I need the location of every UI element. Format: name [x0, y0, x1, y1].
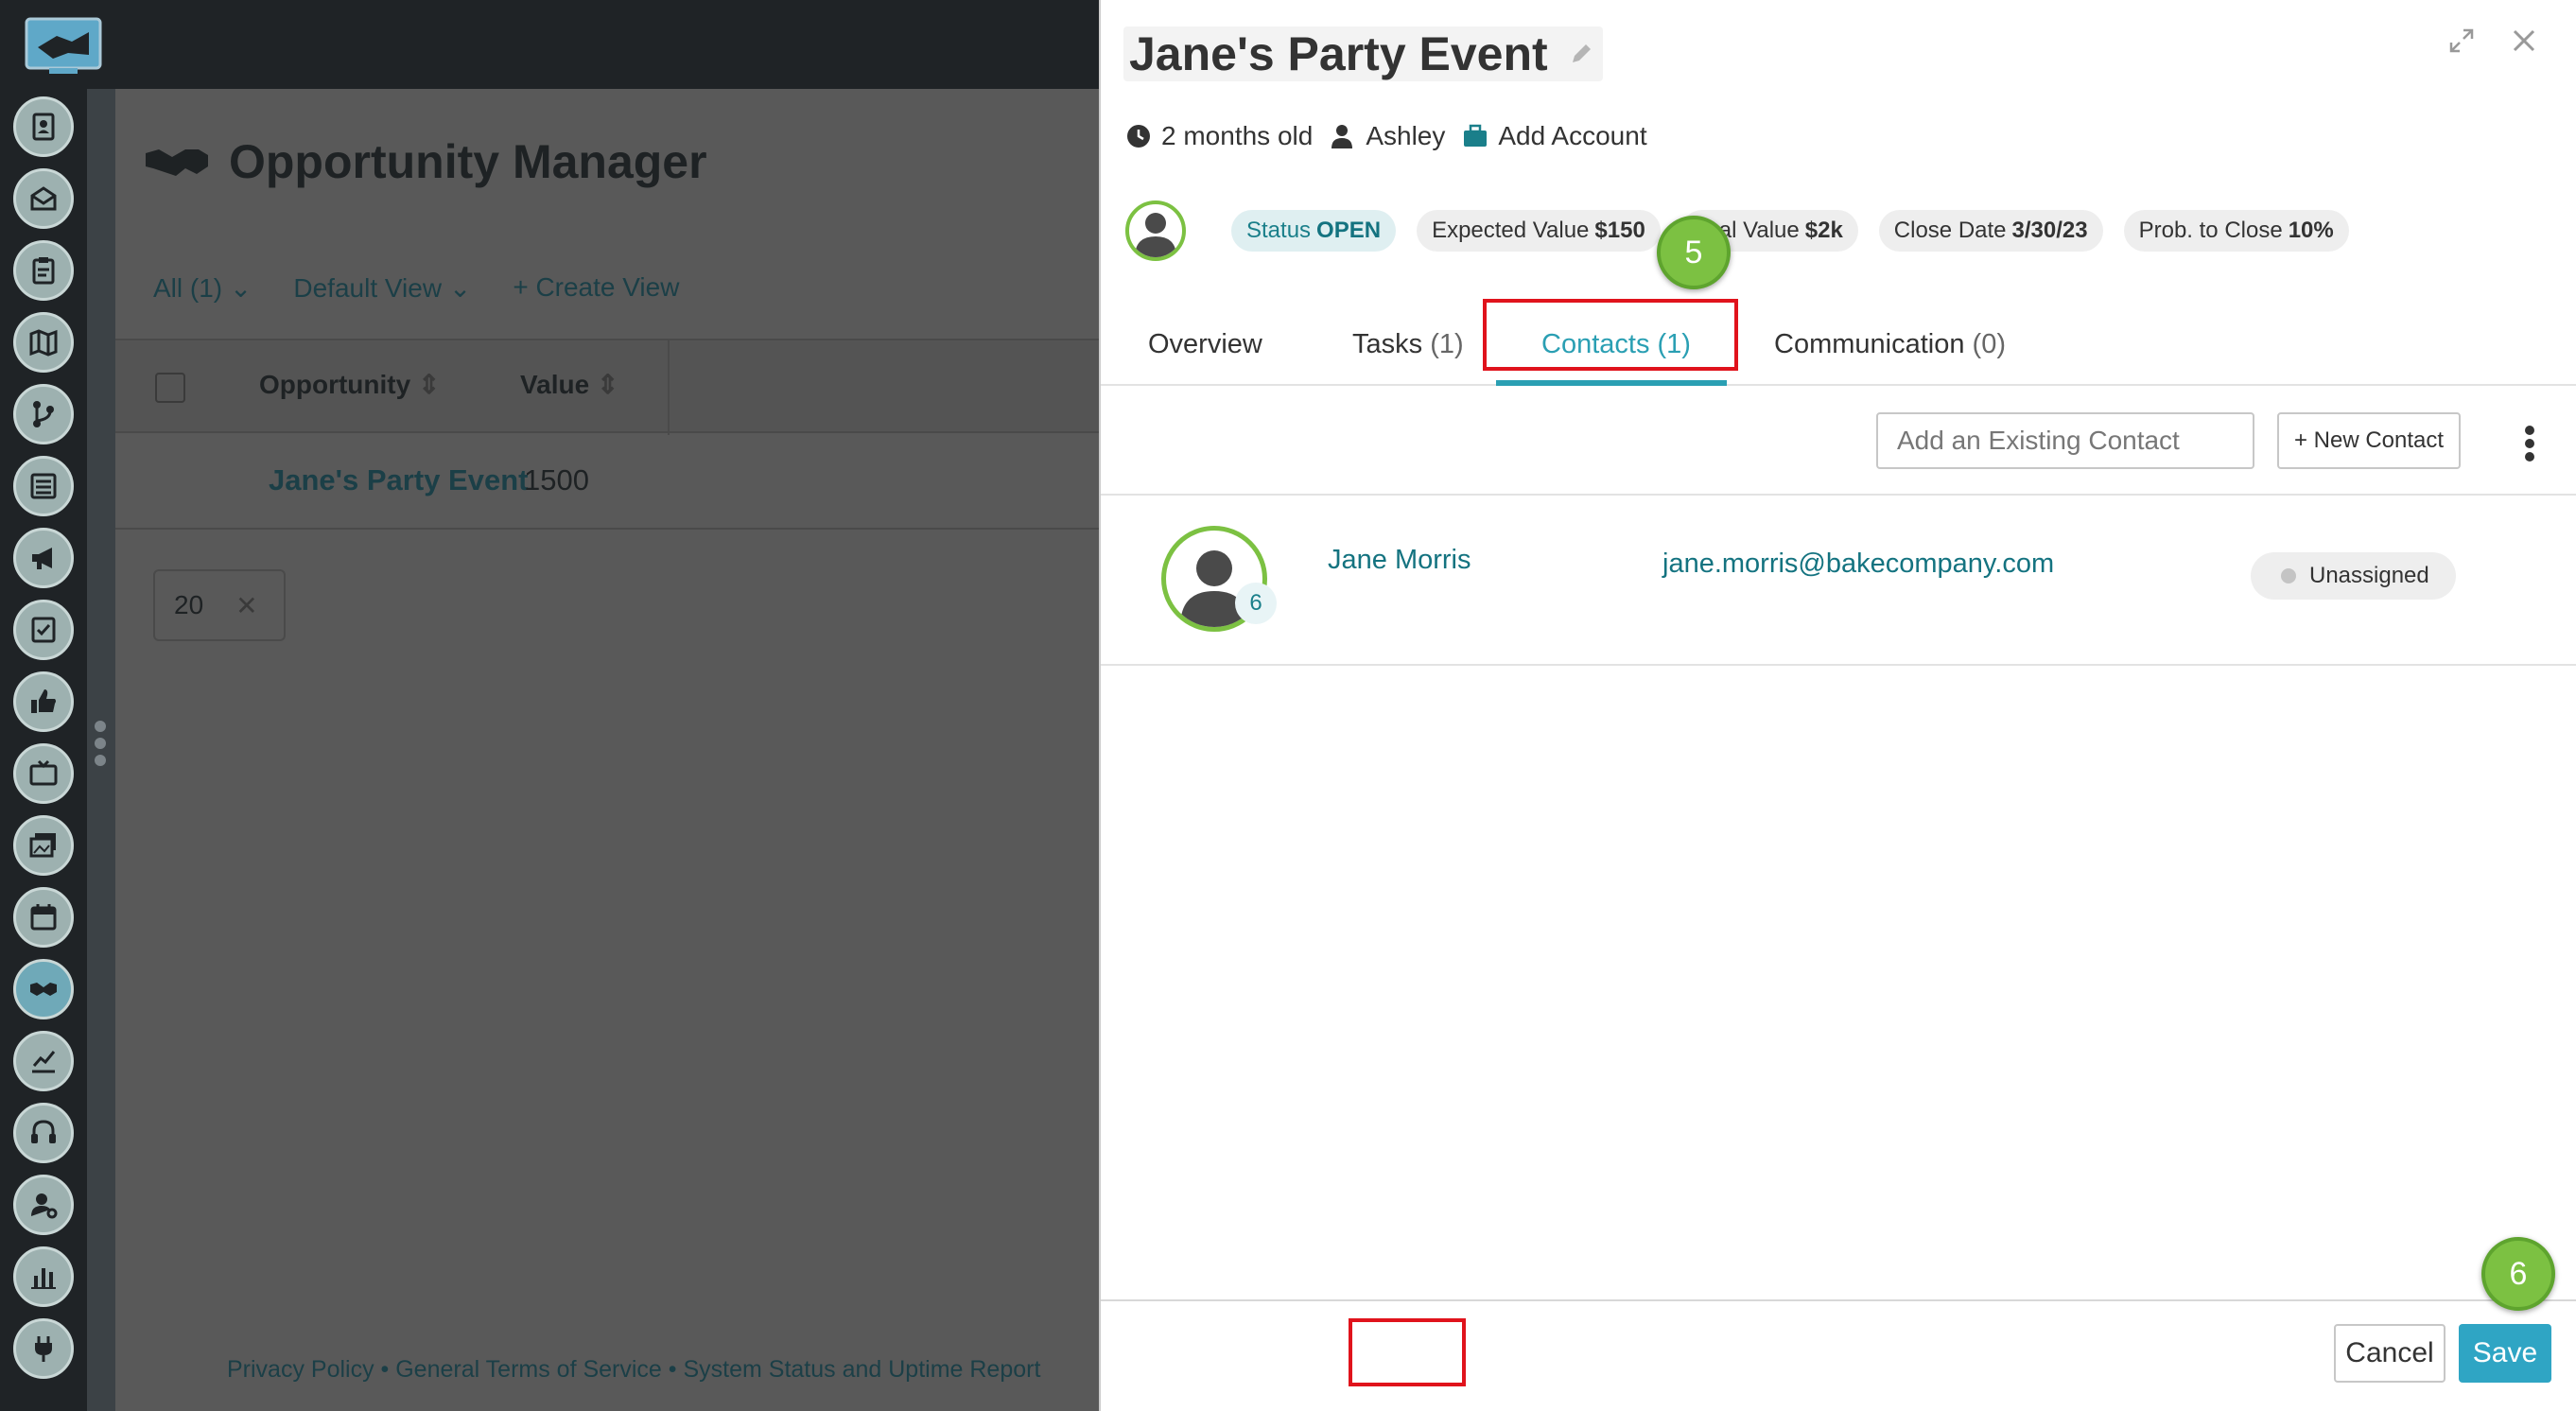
app-logo[interactable] [21, 13, 106, 78]
select-all-checkbox[interactable] [155, 373, 185, 403]
detail-tabs: Overview Tasks (1) Contacts (1) Communic… [1101, 312, 2576, 386]
contact-score-badge: 6 [1235, 583, 1277, 624]
expand-icon[interactable] [2447, 26, 2476, 55]
sort-icon: ⇕ [417, 370, 441, 399]
page-header: Opportunity Manager [144, 134, 707, 189]
page-size-select[interactable]: 20 ✕ [153, 569, 286, 641]
probability-chip[interactable]: Prob. to Close 10% [2123, 210, 2349, 252]
chevron-down-icon: ⌄ [229, 273, 252, 303]
plug-icon[interactable] [13, 1318, 74, 1379]
top-bar [0, 0, 1099, 89]
opportunity-age: 2 months old [1161, 121, 1314, 150]
megaphone-icon[interactable] [13, 528, 74, 588]
clipboard-icon[interactable] [13, 240, 74, 301]
sort-icon: ⇕ [596, 370, 619, 399]
active-tab-indicator [1496, 380, 1727, 386]
opportunity-meta: 2 months old Ashley Add Account [1125, 121, 1647, 151]
main-content: Opportunity Manager All (1) ⌄ Default Vi… [115, 89, 1099, 1411]
cancel-button[interactable]: Cancel [2334, 1324, 2445, 1383]
opportunity-chips: Status OPEN Expected Value $150 al Value $2… [1125, 200, 2349, 261]
clear-icon[interactable]: ✕ [235, 590, 257, 621]
close-icon[interactable] [2510, 26, 2538, 55]
contact-email-link[interactable]: jane.morris@bakecompany.com [1662, 549, 2054, 580]
opportunity-value: 1500 [524, 463, 589, 496]
contact-book-icon[interactable] [13, 96, 74, 157]
step-marker-5: 5 [1657, 216, 1731, 289]
add-account-link[interactable]: Add Account [1462, 121, 1647, 151]
clock-icon [1127, 125, 1150, 148]
branch-icon[interactable] [13, 384, 74, 444]
inbox-icon[interactable] [13, 168, 74, 229]
highlight-box-contacts-tab [1483, 299, 1738, 371]
column-header-value[interactable]: Value ⇕ [520, 369, 618, 400]
add-existing-contact-input[interactable] [1876, 412, 2254, 469]
table-row[interactable]: Jane's Party Event 1500 [115, 435, 1099, 530]
user-icon [1332, 125, 1353, 148]
list-item[interactable]: 6 Jane Morris jane.morris@bakecompany.co… [1101, 497, 2576, 666]
tv-icon[interactable] [13, 743, 74, 804]
panel-actions [2447, 26, 2538, 55]
bar-chart-icon[interactable] [13, 1246, 74, 1307]
tab-overview[interactable]: Overview [1148, 329, 1262, 360]
pencil-icon[interactable] [1569, 42, 1593, 66]
tab-tasks[interactable]: Tasks (1) [1352, 329, 1464, 360]
step-marker-6: 6 [2481, 1237, 2555, 1311]
close-date-chip[interactable]: Close Date 3/30/23 [1878, 210, 2103, 252]
create-view-link[interactable]: + Create View [513, 272, 679, 304]
more-options-icon[interactable] [2525, 426, 2538, 465]
contacts-toolbar: + New Contact [1101, 388, 2576, 496]
contact-status-badge[interactable]: Unassigned [2251, 552, 2456, 600]
highlight-box-save-button [1349, 1318, 1466, 1386]
page-title: Opportunity Manager [229, 135, 707, 188]
chevron-down-icon: ⌄ [448, 273, 472, 303]
status-dot-icon [2281, 568, 2296, 584]
images-icon[interactable] [13, 815, 74, 876]
table-header: Opportunity ⇕ Value ⇕ [115, 339, 1099, 435]
thumbs-up-icon[interactable] [13, 671, 74, 732]
tab-communication[interactable]: Communication (0) [1774, 329, 2006, 360]
view-selector: All (1) ⌄ Default View ⌄ + Create View [153, 272, 679, 304]
contact-name-link[interactable]: Jane Morris [1328, 545, 1471, 576]
column-divider [668, 340, 670, 435]
all-filter-dropdown[interactable]: All (1) ⌄ [153, 272, 252, 304]
owner-name[interactable]: Ashley [1366, 121, 1445, 151]
panel-footer: Cancel Save [1101, 1299, 2576, 1411]
briefcase-icon [1464, 124, 1488, 147]
opportunity-detail-panel: Jane's Party Event 2 months old Ashley A… [1099, 0, 2576, 1411]
status-badge[interactable]: Status OPEN [1231, 210, 1397, 252]
drag-handle-icon[interactable] [95, 721, 108, 772]
footer-links[interactable]: Privacy Policy • General Terms of Servic… [227, 1356, 1040, 1384]
opportunity-title[interactable]: Jane's Party Event [1123, 26, 1603, 81]
app-sidebar [0, 0, 102, 1411]
list-icon[interactable] [13, 456, 74, 516]
chart-icon[interactable] [13, 1031, 74, 1091]
handshake-icon [146, 149, 208, 176]
headset-icon[interactable] [13, 1103, 74, 1163]
map-icon[interactable] [13, 312, 74, 373]
avatar[interactable] [1125, 200, 1186, 261]
user-settings-icon[interactable] [13, 1175, 74, 1235]
calendar-icon[interactable] [13, 887, 74, 948]
expected-value-chip[interactable]: Expected Value $150 [1417, 210, 1661, 252]
column-header-opportunity[interactable]: Opportunity ⇕ [259, 369, 440, 400]
opportunity-name-link[interactable]: Jane's Party Event [269, 463, 528, 497]
default-view-dropdown[interactable]: Default View ⌄ [293, 272, 471, 304]
new-contact-button[interactable]: + New Contact [2277, 412, 2461, 469]
handshake-icon[interactable] [13, 959, 74, 1019]
survey-icon[interactable] [13, 600, 74, 660]
save-button[interactable]: Save [2459, 1324, 2551, 1383]
